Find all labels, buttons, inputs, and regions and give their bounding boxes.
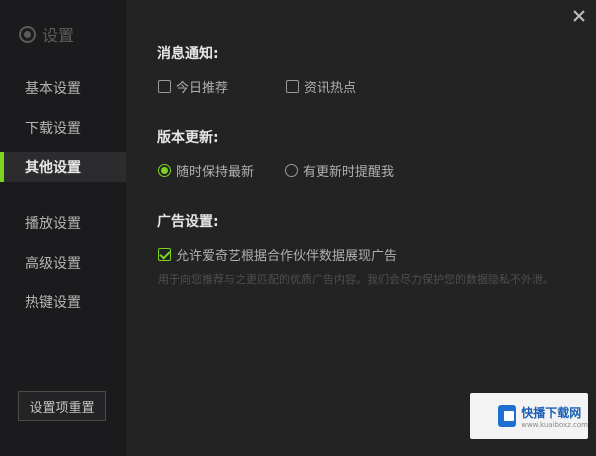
radio-label: 随时保持最新 [176,165,255,180]
checkbox-box[interactable] [158,248,171,261]
sidebar-item-label: 下载设置 [25,121,81,137]
radio-label: 有更新时提醒我 [303,165,395,180]
brand: 设置 [19,24,75,45]
sidebar-item-download[interactable]: 下载设置 [0,113,126,143]
radio-button[interactable] [158,164,171,177]
sidebar-item-other[interactable]: 其他设置 [0,152,126,182]
checkbox-box[interactable] [158,80,171,93]
settings-window: 设置 基本设置 下载设置 其他设置 播放设置 高级设置 热键设置 设置项重置 消… [0,0,596,456]
checkbox-label: 允许爱奇艺根据合作伙伴数据展现广告 [176,249,398,264]
window-title: 设置 [42,26,75,45]
checkbox-label: 资讯热点 [304,81,357,96]
section-title-notify: 消息通知: [157,46,219,62]
sidebar-item-label: 热键设置 [25,295,81,311]
sidebar-item-basic[interactable]: 基本设置 [0,73,126,103]
sidebar-item-label: 基本设置 [25,81,81,97]
watermark-logo: 快播下载网 www.kuaiboxz.com [470,393,588,439]
radio-button[interactable] [285,164,298,177]
gear-icon [19,25,36,43]
watermark-title: 快播下载网 [521,405,582,420]
reset-settings-button[interactable]: 设置项重置 [18,391,106,421]
checkbox-box[interactable] [286,80,299,93]
checkbox-label: 今日推荐 [176,81,229,96]
checkbox-hot-news[interactable]: 资讯热点 [286,77,356,96]
sidebar-item-playback[interactable]: 播放设置 [0,208,126,238]
close-icon[interactable] [569,6,589,26]
sidebar-item-label: 高级设置 [25,256,81,272]
cube-icon [498,405,517,427]
section-title-ads: 广告设置: [157,214,219,230]
sidebar-item-hotkeys[interactable]: 热键设置 [0,287,126,317]
ads-description: 用于向您推荐与之更匹配的优质广告内容。我们会尽力保护您的数据隐私不外泄。 [158,273,554,286]
radio-always-latest[interactable]: 随时保持最新 [158,161,254,180]
sidebar-item-advanced[interactable]: 高级设置 [0,248,126,278]
sidebar-item-label: 播放设置 [25,216,81,232]
section-title-update: 版本更新: [157,130,219,146]
radio-remind-on-update[interactable]: 有更新时提醒我 [285,161,394,180]
checkbox-allow-ads[interactable]: 允许爱奇艺根据合作伙伴数据展现广告 [158,245,397,264]
watermark-subtitle: www.kuaiboxz.com [521,420,588,429]
sidebar-item-label: 其他设置 [25,160,81,176]
checkbox-daily-recommend[interactable]: 今日推荐 [158,77,228,96]
sidebar: 设置 基本设置 下载设置 其他设置 播放设置 高级设置 热键设置 设置项重置 [0,0,126,456]
